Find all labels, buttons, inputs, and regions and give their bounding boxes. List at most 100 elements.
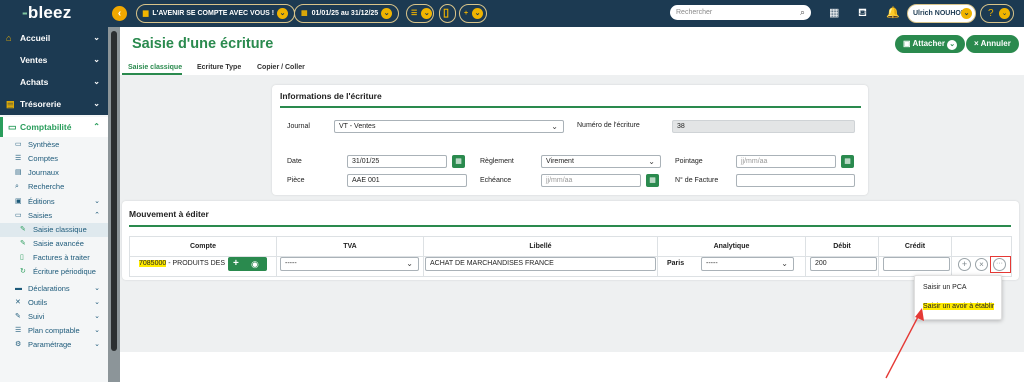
echeance-input[interactable]: jj/mm/aa xyxy=(541,174,641,187)
sidebar-scrollbar[interactable] xyxy=(108,27,120,382)
menu-item-saisir-pca[interactable]: Saisir un PCA xyxy=(923,284,967,291)
sidebar-item-suivi[interactable]: ✎ Suivi ⌄ xyxy=(0,310,108,324)
tva-select[interactable]: ----- ⌄ xyxy=(280,257,419,271)
mouvement-card-rule xyxy=(129,225,1011,227)
sidebar-item-ventes[interactable]: Ventes ⌄ xyxy=(0,49,108,71)
sidebar-item-accueil[interactable]: ⌂ Accueil ⌄ xyxy=(0,27,108,49)
date-input[interactable]: 31/01/25 xyxy=(347,155,447,168)
echeance-label: Echéance xyxy=(480,177,512,184)
sidebar-item-editions[interactable]: ▣ Éditions ⌄ xyxy=(0,195,108,209)
plus-icon: + xyxy=(464,10,469,17)
image-icon: ▣ xyxy=(903,39,911,48)
user-menu[interactable]: Ulrich NOUHOU ⌄ xyxy=(907,4,976,23)
sidebar-item-achats[interactable]: Achats ⌄ xyxy=(0,71,108,93)
chevron-down-icon: ⌄ xyxy=(277,7,289,19)
sidebar-item-parametrage[interactable]: ⚙ Paramétrage ⌄ xyxy=(0,338,108,352)
period-selector[interactable]: ▦ 01/01/25 au 31/12/25 ⌄ xyxy=(294,4,400,23)
period-value: 01/01/25 au 31/12/25 xyxy=(311,10,379,17)
piece-input[interactable]: AAE 001 xyxy=(347,174,467,187)
column-header-debit: Débit xyxy=(805,236,879,257)
sidebar-collapse-button[interactable]: ‹ xyxy=(112,6,127,21)
search-icon: ⌕ xyxy=(15,183,19,190)
tab-ecriture-type[interactable]: Ecriture Type xyxy=(197,64,241,71)
pointage-calendar-icon[interactable]: ▦ xyxy=(841,155,854,168)
eye-icon[interactable]: ◉ xyxy=(251,257,259,271)
document-icon: ▯ xyxy=(443,7,450,19)
sidebar-item-outils[interactable]: ✕ Outils ⌄ xyxy=(0,296,108,310)
dossier-selector[interactable]: ▆ L'AVENIR SE COMPTE AVEC VOUS ! ⌄ xyxy=(136,4,296,23)
chevron-down-icon: ⌄ xyxy=(93,99,100,108)
facture-label: N° de Facture xyxy=(675,177,719,184)
debit-input[interactable]: 200 xyxy=(810,257,877,271)
sidebar-item-saisie-avancee[interactable]: ✎ Saisie avancée xyxy=(0,237,108,251)
compte-input[interactable]: 7085000 - PRODUITS DES xyxy=(139,258,225,270)
piece-label: Pièce xyxy=(287,177,305,184)
libelle-input[interactable]: ACHAT DE MARCHANDISES FRANCE xyxy=(425,257,656,271)
list-icon: ☰ xyxy=(411,10,418,17)
sidebar-item-comptes[interactable]: ☰ Comptes xyxy=(0,152,108,166)
bell-icon[interactable]: 🔔 xyxy=(886,6,900,20)
numero-field: 38 xyxy=(672,120,855,133)
help-menu[interactable]: ? ⌄ xyxy=(980,4,1014,23)
add-account-icon[interactable]: + xyxy=(233,257,239,271)
document-button[interactable]: ▯ xyxy=(439,4,456,23)
list-menu-button[interactable]: ☰ ⌄ xyxy=(406,4,434,23)
sidebar-item-factures-a-traiter[interactable]: ▯ Factures à traiter xyxy=(0,251,108,265)
date-calendar-icon[interactable]: ▦ xyxy=(452,155,465,168)
sidebar-item-journaux[interactable]: ▤ Journaux xyxy=(0,166,108,180)
bleez-logo[interactable]: -bleez xyxy=(22,3,71,23)
sidebar-item-recherche[interactable]: ⌕ Recherche xyxy=(0,180,108,194)
support-icon[interactable]: ⛾ xyxy=(858,6,867,20)
sidebar-item-saisies[interactable]: ▭ Saisies ⌃ xyxy=(0,209,108,223)
add-menu-button[interactable]: + ⌄ xyxy=(459,4,487,23)
remove-line-icon[interactable]: × xyxy=(975,258,988,271)
app-window: -bleez ‹ ▆ L'AVENIR SE COMPTE AVEC VOUS !… xyxy=(0,0,1024,382)
annotation-arrow-line xyxy=(885,312,921,379)
apps-grid-icon[interactable]: ▦ xyxy=(829,6,839,20)
chevron-down-icon: ⌄ xyxy=(947,40,958,50)
numero-label: Numéro de l'écriture xyxy=(577,122,640,129)
attach-button[interactable]: ▣ Attacher ⌄ xyxy=(895,35,966,53)
chevron-down-icon: ⌄ xyxy=(472,7,484,19)
mouvement-card-title: Mouvement à éditer xyxy=(129,209,209,219)
sidebar-item-ecriture-periodique[interactable]: ↻ Écriture périodique xyxy=(0,265,108,279)
compte-number: 7085000 xyxy=(139,260,167,267)
facture-input[interactable] xyxy=(736,174,855,187)
journal-select[interactable]: VT - Ventes ⌄ xyxy=(334,120,564,133)
column-header-libelle: Libellé xyxy=(423,236,658,257)
chevron-down-icon: ⌄ xyxy=(93,77,100,86)
chevron-down-icon: ⌄ xyxy=(94,313,100,320)
info-card-title: Informations de l'écriture xyxy=(280,91,382,101)
list-icon: ☰ xyxy=(15,327,22,334)
more-options-icon[interactable]: ··· xyxy=(993,258,1006,271)
reglement-select[interactable]: Virement ⌄ xyxy=(541,155,661,168)
chevron-down-icon: ⌄ xyxy=(961,8,972,19)
scrollbar-thumb[interactable] xyxy=(111,31,117,351)
chevron-down-icon: ⌄ xyxy=(93,33,100,42)
cancel-button[interactable]: × Annuler xyxy=(966,35,1019,53)
add-line-icon[interactable]: + xyxy=(958,258,971,271)
print-icon: ▣ xyxy=(15,198,22,205)
sidebar-item-tresorerie[interactable]: ▤ Trésorerie ⌄ xyxy=(0,93,108,115)
sidebar-item-plan-comptable[interactable]: ☰ Plan comptable ⌄ xyxy=(0,324,108,338)
tab-copier-coller[interactable]: Copier / Coller xyxy=(257,64,305,71)
chevron-down-icon: ⌄ xyxy=(999,8,1010,19)
credit-input[interactable] xyxy=(883,257,950,271)
gear-icon: ⚙ xyxy=(15,341,22,348)
pointage-input[interactable]: jj/mm/aa xyxy=(736,155,836,168)
echeance-calendar-icon[interactable]: ▦ xyxy=(646,174,659,187)
sidebar-item-declarations[interactable]: ▬ Déclarations ⌄ xyxy=(0,282,108,296)
tab-saisie-classique[interactable]: Saisie classique xyxy=(128,64,182,71)
menu-item-saisir-avoir[interactable]: Saisir un avoir à établir xyxy=(920,302,997,311)
sidebar-item-comptabilite[interactable]: ▭ Comptabilité ⌃ xyxy=(0,117,108,137)
chevron-up-icon: ⌃ xyxy=(94,212,100,219)
journal-label: Journal xyxy=(287,123,310,130)
reglement-label: Règlement xyxy=(480,158,514,165)
column-header-analytique: Analytique xyxy=(657,236,806,257)
search-input[interactable]: Rechercher ⌕ xyxy=(670,5,811,20)
chevron-down-icon: ⌄ xyxy=(94,285,100,292)
sidebar-item-saisie-classique[interactable]: ✎ Saisie classique xyxy=(0,223,108,237)
analytique-select[interactable]: ----- ⌄ xyxy=(701,257,794,271)
sidebar-item-synthese[interactable]: ▭ Synthèse xyxy=(0,138,108,152)
monitor-icon: ▭ xyxy=(15,141,22,148)
